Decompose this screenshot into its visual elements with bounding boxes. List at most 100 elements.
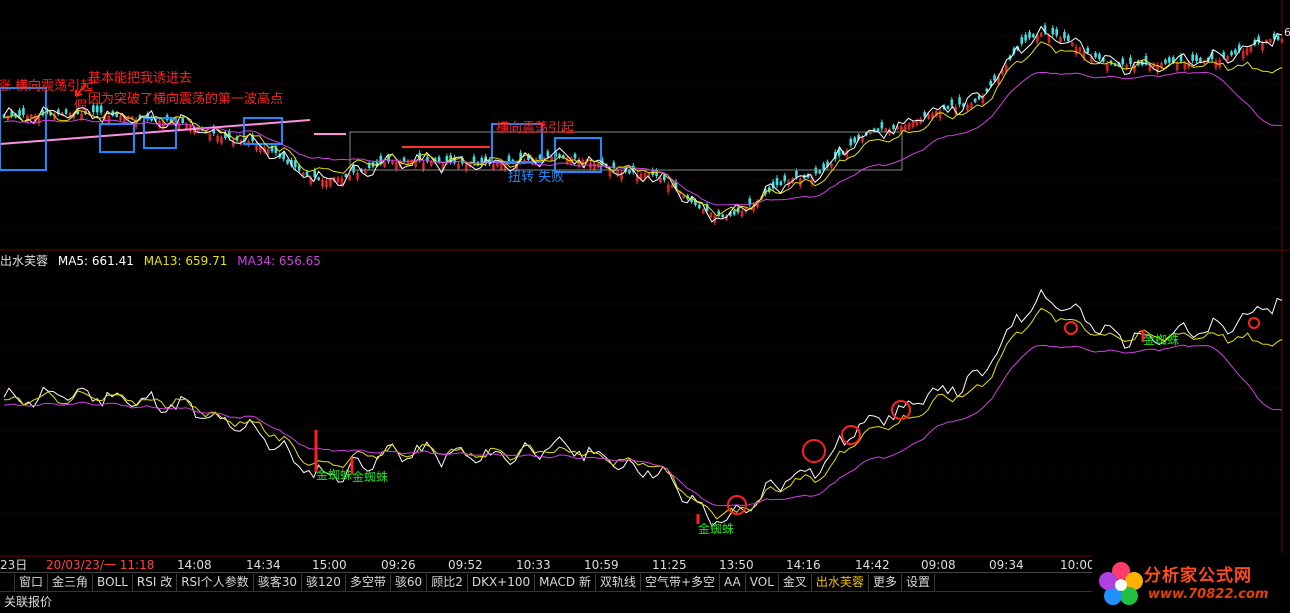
ma34-value: MA34: 656.65 — [237, 254, 321, 268]
toolbar-tab[interactable]: 多空带 — [346, 573, 391, 591]
candle-body — [1276, 35, 1280, 40]
candle-body — [923, 112, 926, 117]
time-axis: 23日 20/03/23/一 11:18 14:08 14:34 15:00 09:26 0… — [0, 558, 1095, 572]
candle-body — [993, 75, 996, 81]
candle-body — [775, 178, 779, 186]
signal-circle — [841, 425, 861, 445]
logo-brand: 分析家公式网 — [1144, 566, 1252, 586]
candle-body — [721, 214, 724, 218]
toolbar-tab[interactable]: 金三角 — [48, 573, 94, 591]
time-label: 09:34 — [989, 558, 1024, 572]
upper-ma-lines — [3, 25, 1283, 223]
toolbar-tab[interactable]: 骇客30 — [254, 573, 302, 591]
candle-body — [1051, 27, 1055, 35]
indicator-legend: 出水芙蓉 MA5: 661.41 MA13: 659.71 MA34: 656.… — [0, 252, 327, 269]
signal-circle — [802, 439, 826, 463]
candle-body — [1121, 58, 1125, 65]
candle-body — [853, 137, 857, 143]
toolbar-tab[interactable]: 设置 — [902, 573, 935, 591]
candle-body — [1129, 57, 1132, 65]
toolbar-tab[interactable]: 空气带+多空 — [641, 573, 720, 591]
candle-body — [973, 98, 977, 103]
toolbar-tab[interactable]: 双轨线 — [596, 573, 641, 591]
candle-body — [1199, 58, 1202, 63]
toolbar-tab[interactable]: RSI 改 — [133, 573, 178, 591]
candle-body — [286, 160, 289, 164]
toolbar-tab[interactable]: 窗口 — [15, 573, 49, 591]
toolbar-tab[interactable]: 出水芙蓉 — [812, 573, 869, 591]
time-label: 09:52 — [448, 558, 483, 572]
candle-body — [294, 160, 297, 168]
toolbar-tab[interactable]: 更多 — [869, 573, 902, 591]
candle-body — [989, 80, 992, 86]
grid — [0, 0, 1290, 557]
time-label: 11:25 — [652, 558, 687, 572]
candle-body — [958, 97, 961, 105]
status-bar[interactable]: 关联报价 — [0, 591, 1100, 611]
status-text[interactable]: 关联报价 — [4, 595, 52, 609]
annotation-text: 6 — [1284, 26, 1290, 39]
candle-body — [1067, 35, 1070, 41]
signal-circle — [1248, 317, 1260, 329]
annotation-text: 横向震荡引起 — [496, 120, 574, 136]
toolbar-tab[interactable]: AA — [720, 573, 746, 591]
signal-label: 金蜘蛛 — [352, 469, 388, 484]
candle-body — [818, 170, 822, 174]
candle-body — [1024, 34, 1027, 41]
annotation-text: 扭转 失败 — [508, 170, 564, 185]
candle-body — [880, 122, 884, 129]
candle-body — [1063, 32, 1066, 39]
candle-body — [783, 175, 787, 182]
toolbar-tab[interactable]: RSI个人参数 — [177, 573, 254, 591]
candle-body — [1191, 54, 1194, 61]
time-label: 09:08 — [921, 558, 956, 572]
candle-body — [1055, 29, 1058, 36]
logo-url: www.70822.com — [1148, 587, 1269, 602]
toolbar-tab[interactable]: MACD 新 — [535, 573, 596, 591]
candle-body — [573, 153, 577, 159]
candle-body — [402, 157, 406, 162]
candle-body — [698, 204, 701, 209]
candle-body — [18, 110, 21, 116]
time-label: 15:00 — [312, 558, 347, 572]
signal-label: 金蜘蛛 — [1143, 332, 1179, 347]
candle-body — [779, 181, 783, 185]
ma5-value: MA5: 661.41 — [57, 254, 134, 268]
indicator-name: 出水芙蓉 — [0, 254, 49, 268]
time-label: 20/03/23/一 11:18 — [46, 558, 154, 572]
candle-body — [282, 153, 285, 160]
toolbar-tab[interactable]: BOLL — [93, 573, 133, 591]
chart-area[interactable]: 涨 横向震荡引起 基本能把我诱进去假因为突破了横向震荡的第一波高点 横向震荡引起 扭转… — [0, 0, 1290, 613]
consolidation-box — [349, 131, 903, 171]
highlight-box — [99, 123, 135, 153]
toolbar-tab[interactable]: 骇120 — [302, 573, 346, 591]
price-chart[interactable]: 涨 横向震荡引起基本能把我诱进去假 因为突破了横向震荡的第一波高点横向震荡引起扭转… — [0, 0, 1290, 572]
time-label: 13:50 — [719, 558, 754, 572]
candle-body — [1144, 56, 1148, 64]
toolbar-tab[interactable]: 顾比2 — [427, 573, 468, 591]
signal-circle — [1064, 321, 1078, 335]
candle-body — [985, 88, 989, 92]
time-label: 14:16 — [786, 558, 821, 572]
signals: 金蜘蛛 金蜘蛛金蜘蛛金蜘蛛 — [314, 317, 1260, 536]
candle-body — [849, 138, 853, 146]
overlays: 涨 横向震荡引起基本能把我诱进去假 因为突破了横向震荡的第一波高点横向震荡引起扭转… — [0, 26, 1290, 185]
candle-body — [22, 108, 25, 115]
highlight-box — [0, 87, 47, 171]
candle-body — [1098, 54, 1101, 60]
candle-body — [1168, 57, 1171, 63]
candle-body — [814, 167, 818, 174]
candle-body — [732, 210, 736, 215]
candle-body — [317, 177, 320, 181]
time-label: 10:33 — [516, 558, 551, 572]
candle-body — [546, 151, 550, 158]
flower-logo-icon — [1099, 562, 1143, 605]
candle-body — [628, 170, 631, 174]
candle-body — [1020, 37, 1024, 44]
time-label: 14:34 — [246, 558, 281, 572]
candle-body — [64, 109, 68, 114]
toolbar-tab[interactable]: 骇60 — [391, 573, 428, 591]
toolbar-tab[interactable]: 金叉 — [779, 573, 812, 591]
toolbar-tab[interactable]: VOL — [746, 573, 779, 591]
toolbar-tab[interactable]: DKX+100 — [468, 573, 536, 591]
